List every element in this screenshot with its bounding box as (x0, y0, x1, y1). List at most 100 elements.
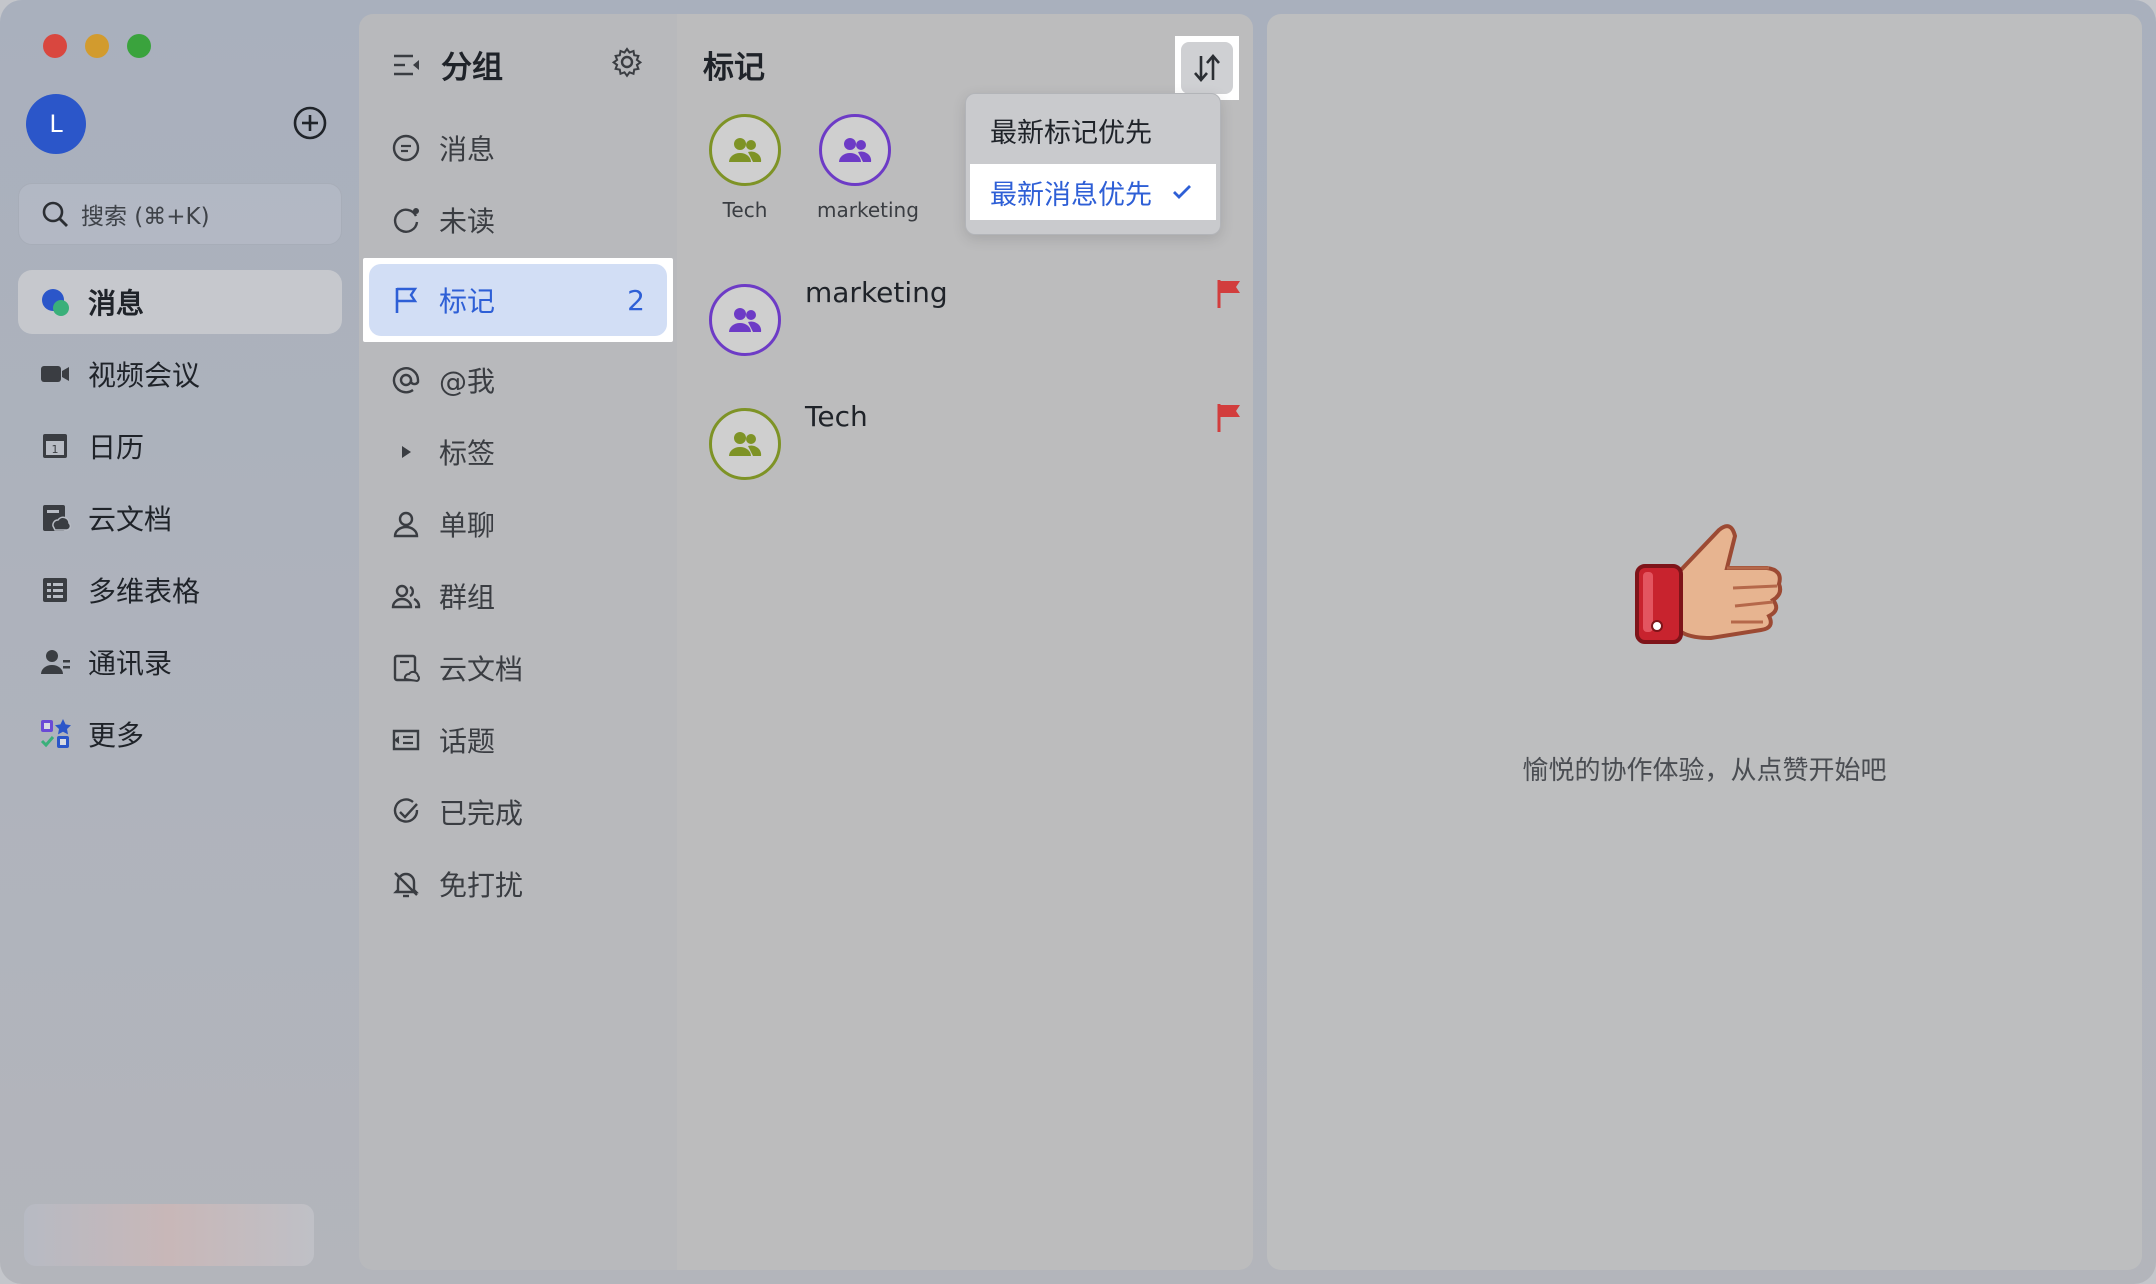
recent-chat-marketing[interactable]: marketing (817, 114, 919, 222)
check-icon (1173, 185, 1191, 199)
group-item-groups[interactable]: 群组 (359, 560, 677, 632)
bell-off-icon (393, 872, 419, 898)
unread-icon (393, 208, 419, 233)
nav-item-label: 日历 (88, 431, 145, 464)
group-avatar (709, 408, 781, 480)
apps-grid-icon (38, 717, 72, 751)
group-item-mentions[interactable]: @我 (359, 344, 677, 416)
group-item-unread[interactable]: 未读 (359, 184, 677, 256)
group-item-messages[interactable]: 消息 (359, 112, 677, 184)
group-people-icon (839, 138, 872, 162)
at-icon (392, 367, 420, 394)
group-people-icon (729, 432, 762, 456)
doc-icon (393, 654, 420, 683)
app-nav: 消息 视频会议 1 日历 云文档 多维表格 通讯录 更多 (18, 270, 342, 774)
group-avatar (819, 114, 891, 186)
group-item-label: 未读 (439, 205, 496, 238)
person-icon (393, 511, 419, 538)
group-item-label: 群组 (439, 581, 496, 614)
nav-item-calendar[interactable]: 1 日历 (18, 414, 342, 478)
collapse-menu-icon[interactable] (391, 49, 423, 81)
group-avatar (709, 114, 781, 186)
group-list: 消息 未读 标记 2 @我 标签 单聊 群组 云文档 话题 已完成 免打扰 (359, 112, 677, 920)
group-item-label: @我 (439, 365, 496, 398)
add-button[interactable] (292, 105, 328, 141)
window-controls (43, 34, 151, 58)
recent-chat-name: Tech (722, 198, 768, 222)
list-title: 标记 (703, 50, 765, 86)
group-item-label: 云文档 (439, 653, 524, 686)
nav-item-label: 通讯录 (88, 647, 173, 680)
red-flag-icon[interactable] (1215, 278, 1243, 310)
thumbs-up-icon (1635, 524, 1783, 644)
group-item-docs[interactable]: 云文档 (359, 632, 677, 704)
triangle-right-icon (402, 446, 411, 458)
minimize-window-button[interactable] (85, 34, 109, 58)
group-item-direct[interactable]: 单聊 (359, 488, 677, 560)
group-item-label: 标签 (439, 437, 496, 470)
group-item-flagged-inner: 标记 2 (369, 264, 667, 336)
cloud-doc-icon (38, 501, 72, 535)
group-item-flagged[interactable]: 标记 2 (363, 258, 673, 342)
table-icon (38, 573, 72, 607)
flagged-count-badge: 2 (627, 283, 645, 317)
recent-flagged: Tech marketing (707, 114, 919, 222)
recent-chat-tech[interactable]: Tech (707, 114, 783, 222)
nav-item-label: 多维表格 (88, 575, 201, 608)
app-window: L 搜索 (⌘+K) 消息 视频会议 1 日历 云文档 多维表格 通讯录 更多 … (0, 0, 2156, 1284)
group-item-topics[interactable]: 话题 (359, 704, 677, 776)
sort-dropdown: 最新标记优先 最新消息优先 (965, 93, 1221, 235)
group-people-icon (729, 138, 762, 162)
done-icon (393, 798, 419, 823)
sort-option-latest-message[interactable]: 最新消息优先 (970, 164, 1216, 220)
chat-bubble-icon (38, 285, 72, 319)
sort-arrows-icon (1194, 54, 1220, 82)
search-box[interactable]: 搜索 (⌘+K) (18, 183, 342, 245)
nav-item-cloud-docs[interactable]: 云文档 (18, 486, 342, 550)
nav-item-label: 更多 (88, 719, 145, 752)
chat-row-tech[interactable]: Tech (709, 400, 1240, 500)
message-icon (392, 134, 420, 162)
detail-panel: 愉悦的协作体验，从点赞开始吧 (1267, 14, 2142, 1270)
nav-item-messages[interactable]: 消息 (18, 270, 342, 334)
blurred-footer (24, 1204, 314, 1266)
group-item-label: 免打扰 (439, 869, 524, 902)
people-icon (391, 584, 421, 609)
calendar-icon: 1 (38, 429, 72, 463)
sort-option-latest-flag[interactable]: 最新标记优先 (970, 102, 1216, 158)
nav-item-label: 视频会议 (88, 359, 201, 392)
group-header: 分组 (391, 42, 503, 87)
group-item-muted[interactable]: 免打扰 (359, 848, 677, 920)
group-people-icon (729, 308, 762, 332)
sort-button[interactable] (1175, 36, 1239, 100)
nav-item-tables[interactable]: 多维表格 (18, 558, 342, 622)
nav-item-contacts[interactable]: 通讯录 (18, 630, 342, 694)
video-camera-icon (38, 357, 72, 391)
group-item-label: 消息 (439, 133, 496, 166)
group-title: 分组 (441, 50, 503, 86)
svg-text:1: 1 (52, 443, 59, 456)
group-item-label: 话题 (439, 725, 496, 758)
group-item-tags[interactable]: 标签 (359, 416, 677, 488)
chat-row-marketing[interactable]: marketing (709, 276, 1240, 376)
avatar[interactable]: L (26, 94, 86, 154)
flag-outline-icon (395, 287, 418, 313)
app-sidebar: L 搜索 (⌘+K) 消息 视频会议 1 日历 云文档 多维表格 通讯录 更多 (0, 0, 356, 1284)
chat-name: marketing (805, 276, 948, 309)
group-item-label: 已完成 (439, 797, 524, 830)
plus-circle-icon (293, 106, 327, 140)
gear-icon[interactable] (611, 46, 643, 78)
search-placeholder: 搜索 (⌘+K) (81, 204, 210, 230)
search-icon (42, 201, 68, 227)
group-item-label: 标记 (439, 285, 496, 318)
close-window-button[interactable] (43, 34, 67, 58)
group-panel: 分组 消息 未读 标记 2 @我 标签 单聊 群组 云文档 话题 已完成 免打扰 (359, 14, 677, 1270)
sort-option-label: 最新消息优先 (990, 179, 1152, 211)
nav-item-video-meeting[interactable]: 视频会议 (18, 342, 342, 406)
nav-item-more[interactable]: 更多 (18, 702, 342, 766)
zoom-window-button[interactable] (127, 34, 151, 58)
red-flag-icon[interactable] (1215, 402, 1243, 434)
group-item-done[interactable]: 已完成 (359, 776, 677, 848)
nav-item-label: 消息 (88, 287, 145, 320)
group-item-label: 单聊 (439, 509, 496, 542)
